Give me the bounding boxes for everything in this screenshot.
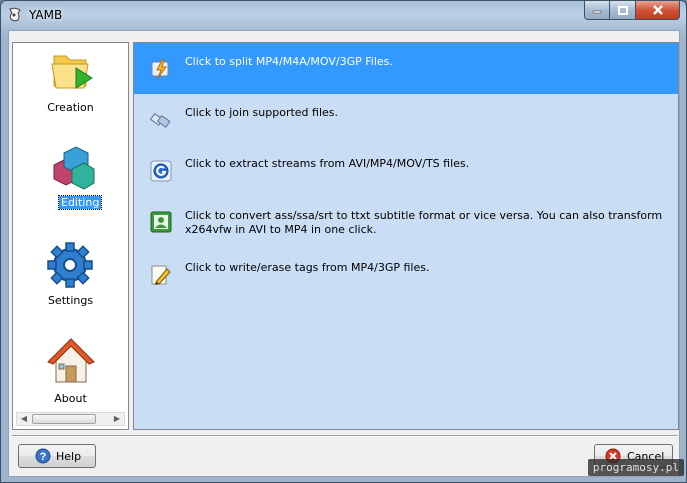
minimize-icon	[592, 10, 602, 14]
minimize-button[interactable]	[584, 1, 610, 20]
window-title: YAMB	[29, 8, 63, 22]
task-label: Click to write/erase tags from MP4/3GP f…	[185, 261, 430, 274]
subtitle-icon	[150, 211, 172, 233]
svg-text:?: ?	[40, 451, 47, 463]
split-icon	[151, 59, 169, 79]
app-icon	[9, 7, 21, 22]
maximize-icon	[617, 5, 628, 15]
sidebar-item-settings[interactable]: Settings	[13, 239, 128, 329]
footer-divider	[12, 435, 678, 437]
client-area: Creation Editing Settings About ◀ ▶ Clic…	[8, 30, 680, 477]
task-item-extract[interactable]: Click to extract streams from AVI/MP4/MO…	[134, 145, 678, 196]
main-window: YAMB Creation Editing Settings About ◀ ▶…	[0, 0, 687, 483]
caption-buttons	[584, 1, 680, 20]
sidebar-item-label: Creation	[47, 101, 94, 114]
maximize-button[interactable]	[610, 1, 636, 20]
scroll-left-icon[interactable]: ◀	[17, 413, 31, 425]
task-label: Click to join supported files.	[185, 106, 339, 119]
help-button[interactable]: ? Help	[18, 444, 96, 468]
task-item-split[interactable]: Click to split MP4/M4A/MOV/3GP Files.	[134, 43, 678, 94]
join-icon	[150, 112, 171, 128]
task-item-convert-subtitles[interactable]: Click to convert ass/ssa/srt to ttxt sub…	[134, 196, 678, 254]
watermark: programosy.pl	[587, 459, 684, 476]
scrollbar-thumb[interactable]	[32, 414, 96, 424]
help-icon: ?	[35, 448, 51, 464]
close-icon	[652, 5, 663, 15]
task-label: Click to convert ass/ssa/srt to ttxt sub…	[185, 209, 663, 236]
house-icon	[47, 338, 95, 383]
sidebar-item-label: About	[54, 392, 87, 405]
category-sidebar: Creation Editing Settings About ◀ ▶	[12, 42, 129, 430]
task-item-join[interactable]: Click to join supported files.	[134, 94, 678, 145]
gear-icon	[47, 242, 93, 288]
sidebar-horizontal-scrollbar[interactable]: ◀ ▶	[16, 412, 125, 426]
extract-icon	[150, 160, 172, 182]
help-button-label: Help	[56, 449, 82, 463]
task-label: Click to extract streams from AVI/MP4/MO…	[185, 157, 470, 170]
scroll-right-icon[interactable]: ▶	[110, 413, 124, 425]
tag-edit-icon	[151, 265, 171, 285]
task-list: Click to split MP4/M4A/MOV/3GP Files. Cl…	[133, 42, 679, 430]
sidebar-item-label: Settings	[47, 294, 94, 307]
close-button[interactable]	[636, 1, 680, 20]
task-label: Click to split MP4/M4A/MOV/3GP Files.	[185, 55, 393, 68]
title-bar[interactable]: YAMB	[1, 1, 686, 29]
sidebar-item-editing[interactable]: Editing	[13, 143, 128, 233]
folder-play-icon	[51, 55, 93, 89]
cubes-icon	[53, 146, 95, 190]
sidebar-item-label: Editing	[57, 195, 103, 210]
task-item-tags[interactable]: Click to write/erase tags from MP4/3GP f…	[134, 254, 678, 304]
sidebar-item-creation[interactable]: Creation	[13, 46, 128, 136]
